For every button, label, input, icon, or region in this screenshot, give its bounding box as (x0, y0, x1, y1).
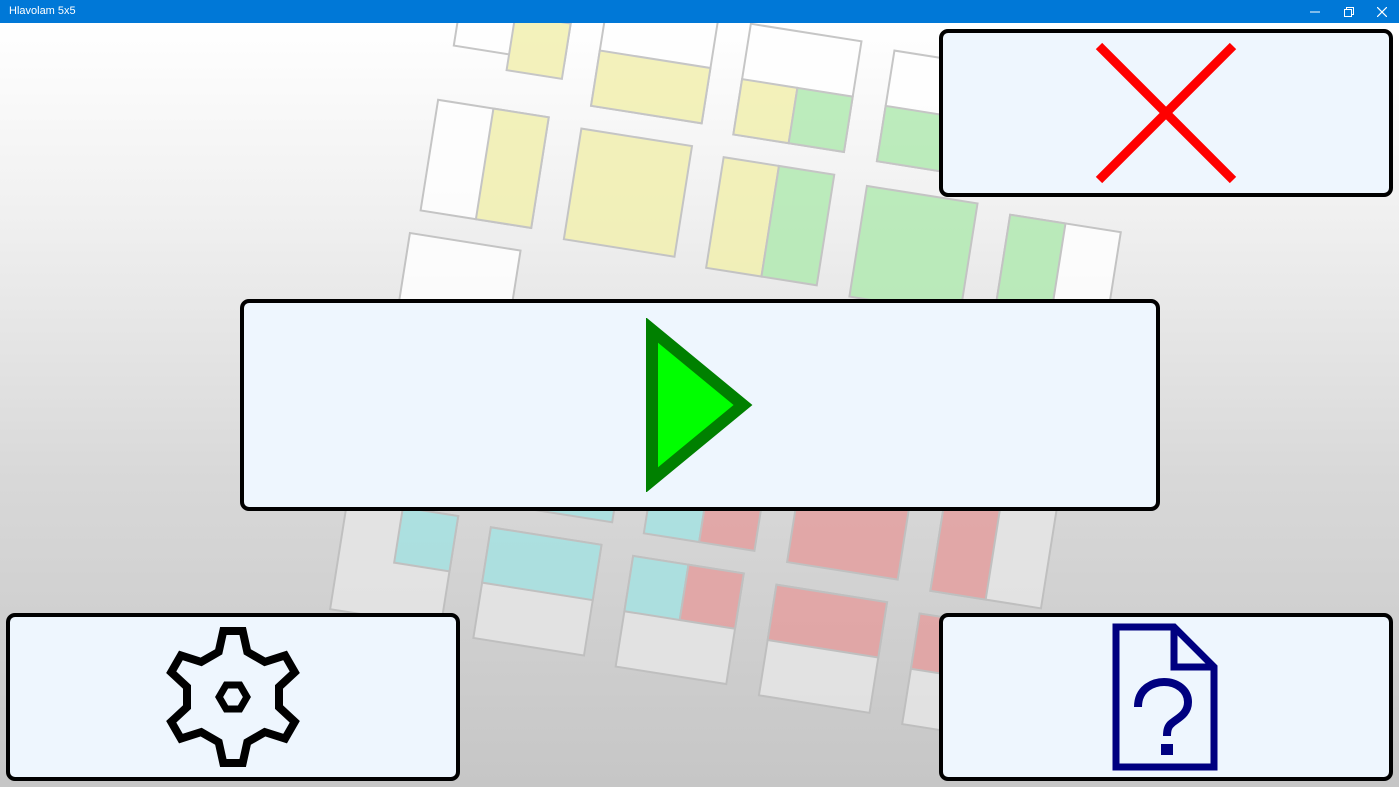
help-document-icon (1112, 623, 1218, 771)
restore-icon (1344, 6, 1354, 17)
restore-button[interactable] (1332, 0, 1366, 23)
settings-button[interactable] (6, 613, 460, 781)
play-button[interactable] (240, 299, 1160, 511)
play-icon (646, 318, 753, 492)
red-x-icon (1095, 42, 1237, 184)
minimize-button[interactable] (1298, 0, 1332, 23)
help-button[interactable] (939, 613, 1393, 781)
close-icon (1377, 6, 1387, 17)
close-window-button[interactable] (1365, 0, 1399, 23)
minimize-icon (1310, 11, 1320, 12)
gear-icon (166, 627, 300, 767)
window-title: Hlavolam 5x5 (9, 5, 76, 17)
main-area (0, 23, 1399, 787)
title-bar: Hlavolam 5x5 (0, 0, 1399, 23)
exit-button[interactable] (939, 29, 1393, 197)
